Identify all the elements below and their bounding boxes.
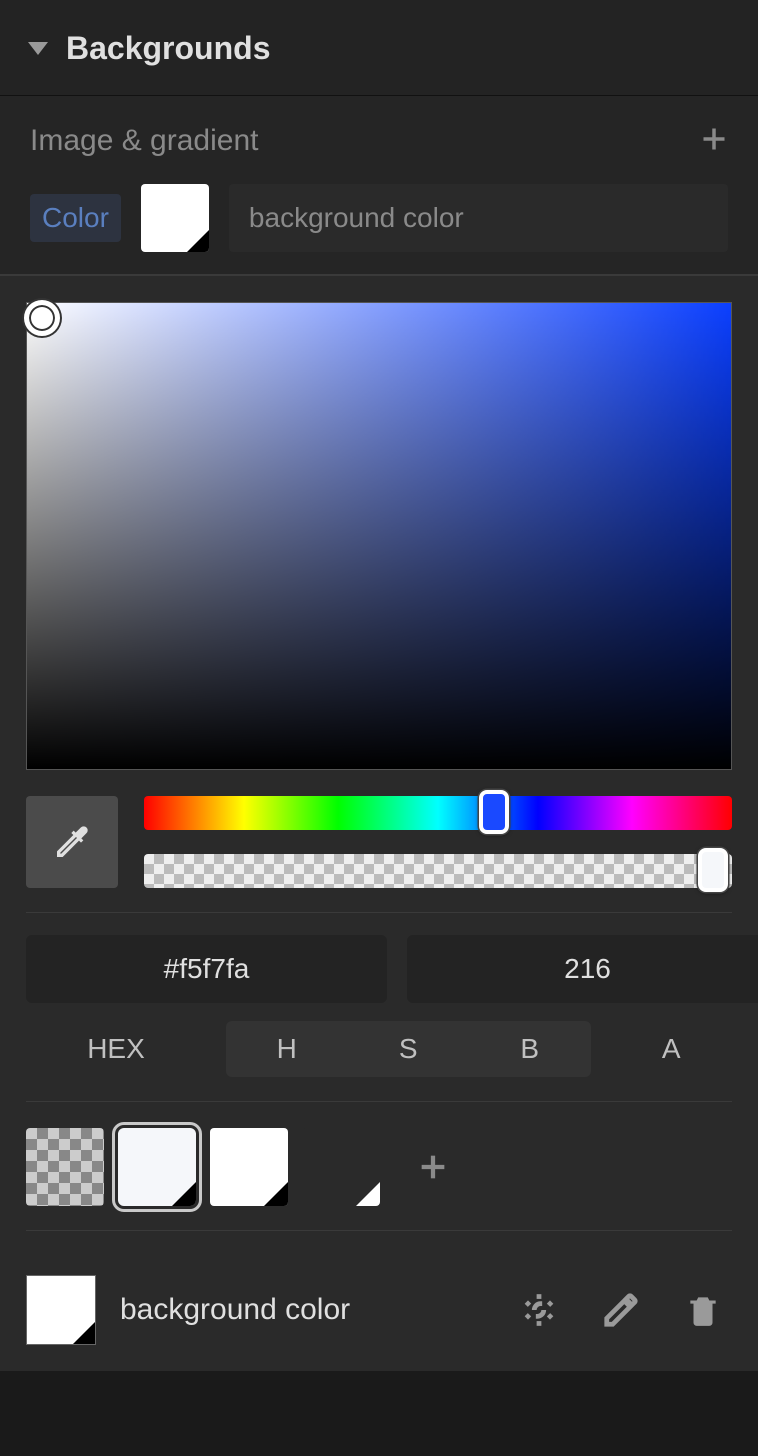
hue-input[interactable]: [407, 935, 758, 1003]
swatch-1[interactable]: [118, 1128, 196, 1206]
unlink-button[interactable]: [510, 1281, 568, 1339]
add-image-gradient-button[interactable]: [700, 125, 728, 158]
color-swatch-preview[interactable]: [141, 184, 209, 252]
delete-button[interactable]: [674, 1281, 732, 1339]
saturation-brightness-cursor[interactable]: [24, 300, 60, 336]
style-name-label[interactable]: background color: [120, 1293, 486, 1327]
divider: [26, 1101, 732, 1102]
alpha-slider[interactable]: [144, 854, 732, 888]
value-label-row: HEX H S B A: [26, 1021, 732, 1077]
section-header[interactable]: Backgrounds: [0, 0, 758, 95]
image-gradient-label: Image & gradient: [30, 124, 258, 158]
unlink-icon: [520, 1291, 558, 1329]
trash-icon: [684, 1291, 722, 1329]
hue-slider[interactable]: [144, 796, 732, 830]
add-swatch-button[interactable]: [394, 1128, 472, 1206]
swatch-2[interactable]: [210, 1128, 288, 1206]
sliders-row: [26, 796, 732, 888]
chevron-down-icon: [28, 42, 48, 55]
hue-slider-thumb[interactable]: [479, 790, 509, 834]
hex-label: HEX: [26, 1021, 206, 1077]
style-entry-row: background color: [26, 1275, 732, 1345]
style-swatch[interactable]: [26, 1275, 96, 1345]
section-title: Backgrounds: [66, 30, 270, 67]
edit-button[interactable]: [592, 1281, 650, 1339]
swatch-row: [26, 1128, 732, 1206]
slider-stack: [144, 796, 732, 888]
alpha-slider-thumb[interactable]: [698, 848, 728, 892]
color-label[interactable]: Color: [30, 194, 121, 242]
s-label: S: [348, 1021, 470, 1077]
swatch-transparent[interactable]: [26, 1128, 104, 1206]
divider: [26, 1230, 732, 1231]
b-label: B: [469, 1021, 591, 1077]
divider: [26, 912, 732, 913]
pencil-icon: [602, 1291, 640, 1329]
color-name-input[interactable]: background color: [229, 184, 728, 252]
h-label: H: [226, 1021, 348, 1077]
hex-input[interactable]: [26, 935, 387, 1003]
hsb-mode-toggle[interactable]: H S B: [226, 1021, 591, 1077]
color-row: Color background color: [0, 184, 758, 274]
image-gradient-row: Image & gradient: [0, 95, 758, 184]
plus-icon: [416, 1150, 450, 1184]
eyedropper-button[interactable]: [26, 796, 118, 888]
eyedropper-icon: [52, 822, 92, 862]
swatch-3[interactable]: [302, 1128, 380, 1206]
color-picker-panel: HEX H S B A background color: [0, 274, 758, 1371]
value-row: [26, 935, 732, 1003]
saturation-brightness-field[interactable]: [26, 302, 732, 770]
plus-icon: [700, 125, 728, 153]
a-label: A: [611, 1021, 733, 1077]
